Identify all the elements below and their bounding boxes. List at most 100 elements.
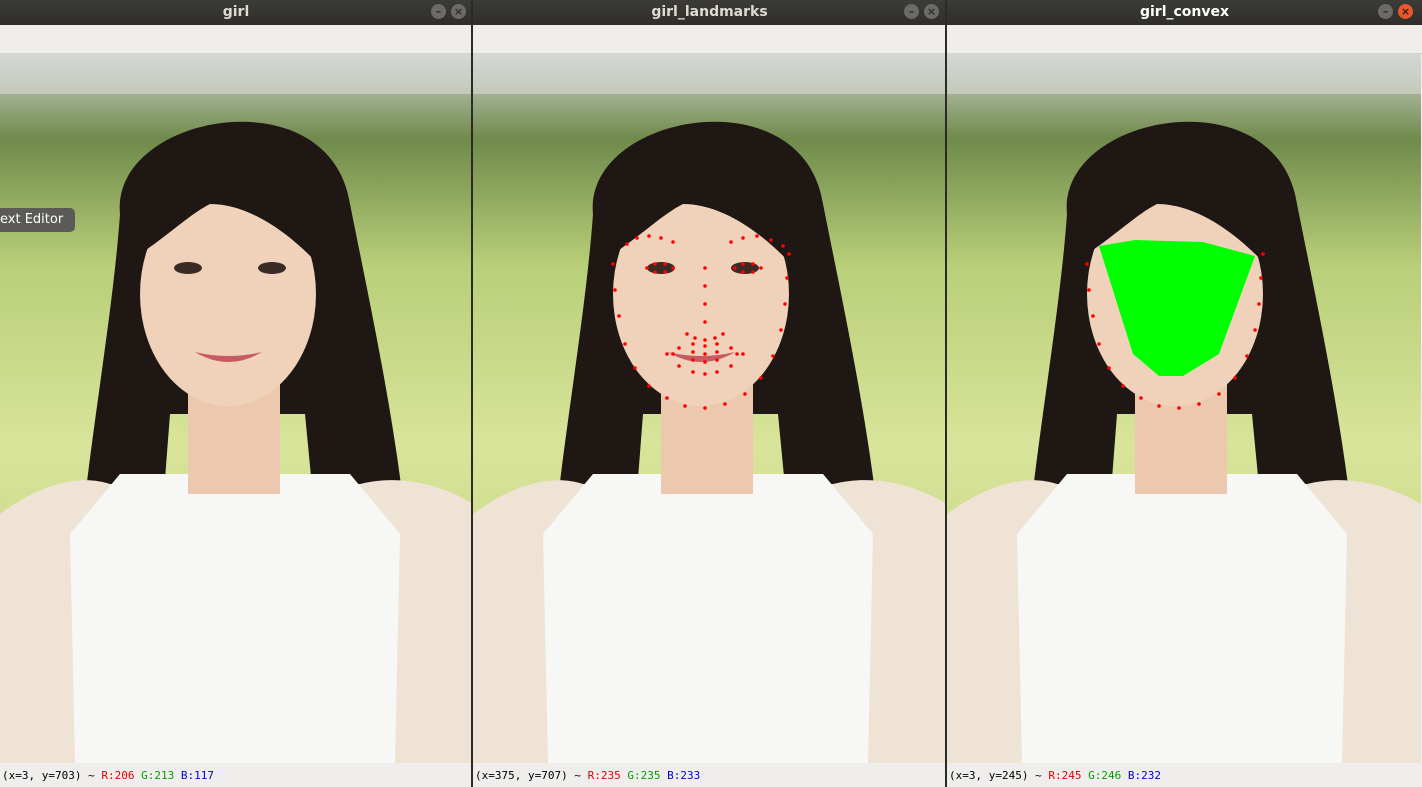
landmark-point	[1087, 288, 1091, 292]
landmark-point	[715, 370, 719, 374]
minimize-icon[interactable]: –	[431, 4, 446, 19]
status-red: R:235	[587, 769, 621, 782]
landmark-point	[1085, 262, 1089, 266]
landmark-point	[665, 396, 669, 400]
landmark-point	[613, 288, 617, 292]
landmark-point	[743, 392, 747, 396]
landmark-point	[1261, 252, 1265, 256]
photo-girl-convex	[947, 54, 1421, 763]
landmark-point	[665, 352, 669, 356]
landmark-point	[769, 238, 773, 242]
landmark-point	[1257, 302, 1261, 306]
status-green: G:213	[141, 769, 175, 782]
landmark-point	[645, 266, 649, 270]
landmark-point	[759, 376, 763, 380]
close-icon[interactable]: ×	[1398, 4, 1413, 19]
minimize-icon[interactable]: –	[904, 4, 919, 19]
landmark-point	[703, 338, 707, 342]
minimize-icon[interactable]: –	[1378, 4, 1393, 19]
landmark-point	[633, 366, 637, 370]
toolbar	[947, 25, 1422, 54]
landmark-point	[693, 336, 697, 340]
landmark-point	[713, 336, 717, 340]
landmark-point	[787, 252, 791, 256]
landmark-point	[703, 372, 707, 376]
landmark-point	[1091, 314, 1095, 318]
image-view[interactable]	[473, 54, 946, 763]
status-bar: (x=3, y=245) ~ R:245 G:246 B:232	[947, 763, 1422, 787]
status-bar: (x=3, y=703) ~ R:206 G:213 B:117	[0, 763, 472, 787]
toolbar	[0, 25, 472, 54]
landmark-point	[671, 352, 675, 356]
status-bar: (x=375, y=707) ~ R:235 G:235 B:233	[473, 763, 946, 787]
landmark-point	[715, 342, 719, 346]
landmark-point	[663, 262, 667, 266]
landmark-point	[1157, 404, 1161, 408]
window-girl-landmarks: girl_landmarks – × (x=375, y=707) ~ R:23…	[473, 0, 946, 787]
window-girl-convex: girl_convex – × (x=3, y=245) ~ R:245 G:2…	[947, 0, 1422, 787]
landmark-point	[715, 358, 719, 362]
landmark-point	[703, 302, 707, 306]
landmark-point	[781, 244, 785, 248]
landmark-point	[715, 350, 719, 354]
landmark-point	[1233, 376, 1237, 380]
landmark-point	[1197, 402, 1201, 406]
landmark-point	[703, 406, 707, 410]
landmark-point	[1097, 342, 1101, 346]
landmark-point	[691, 370, 695, 374]
landmark-point	[729, 346, 733, 350]
landmark-point	[691, 342, 695, 346]
landmark-point	[729, 240, 733, 244]
landmark-point	[647, 234, 651, 238]
landmark-point	[703, 320, 707, 324]
landmark-point	[755, 234, 759, 238]
landmark-point	[703, 352, 707, 356]
image-view[interactable]	[947, 54, 1421, 763]
close-icon[interactable]: ×	[924, 4, 939, 19]
landmark-point	[611, 262, 615, 266]
landmark-point	[635, 236, 639, 240]
landmark-point	[741, 236, 745, 240]
window-title: girl	[222, 4, 250, 20]
landmark-point	[1253, 328, 1257, 332]
status-blue: B:117	[180, 769, 214, 782]
image-view[interactable]	[0, 54, 472, 763]
toolbar	[473, 25, 946, 54]
landmark-point	[703, 360, 707, 364]
window-title: girl_landmarks	[651, 4, 768, 20]
status-coords: (x=375, y=707) ~	[475, 769, 588, 782]
landmark-point	[759, 266, 763, 270]
landmark-point	[1245, 354, 1249, 358]
window-title-bar[interactable]: girl – ×	[0, 0, 472, 25]
status-green: G:246	[1088, 769, 1122, 782]
landmark-point	[1107, 366, 1111, 370]
window-title-bar[interactable]: girl_convex – ×	[947, 0, 1422, 25]
landmark-point	[685, 332, 689, 336]
landmark-point	[1177, 406, 1181, 410]
landmark-point	[703, 284, 707, 288]
landmark-point	[691, 358, 695, 362]
status-coords: (x=3, y=703) ~	[2, 769, 102, 782]
landmark-point	[729, 364, 733, 368]
landmark-point	[677, 346, 681, 350]
landmark-point	[785, 276, 789, 280]
landmark-point	[721, 332, 725, 336]
landmark-point	[751, 270, 755, 274]
landmark-point	[653, 262, 657, 266]
landmark-point	[1139, 396, 1143, 400]
status-coords: (x=3, y=245) ~	[949, 769, 1049, 782]
photo-girl	[0, 54, 472, 763]
landmark-point	[783, 302, 787, 306]
landmark-point	[653, 270, 657, 274]
window-title-bar[interactable]: girl_landmarks – ×	[473, 0, 946, 25]
status-blue: B:232	[1127, 769, 1161, 782]
close-icon[interactable]: ×	[451, 4, 466, 19]
landmark-point	[723, 402, 727, 406]
landmark-point	[1217, 392, 1221, 396]
status-red: R:206	[101, 769, 135, 782]
status-red: R:245	[1048, 769, 1082, 782]
landmark-point	[683, 404, 687, 408]
photo-girl-landmarks	[473, 54, 946, 763]
landmark-point	[677, 364, 681, 368]
landmark-point	[647, 384, 651, 388]
